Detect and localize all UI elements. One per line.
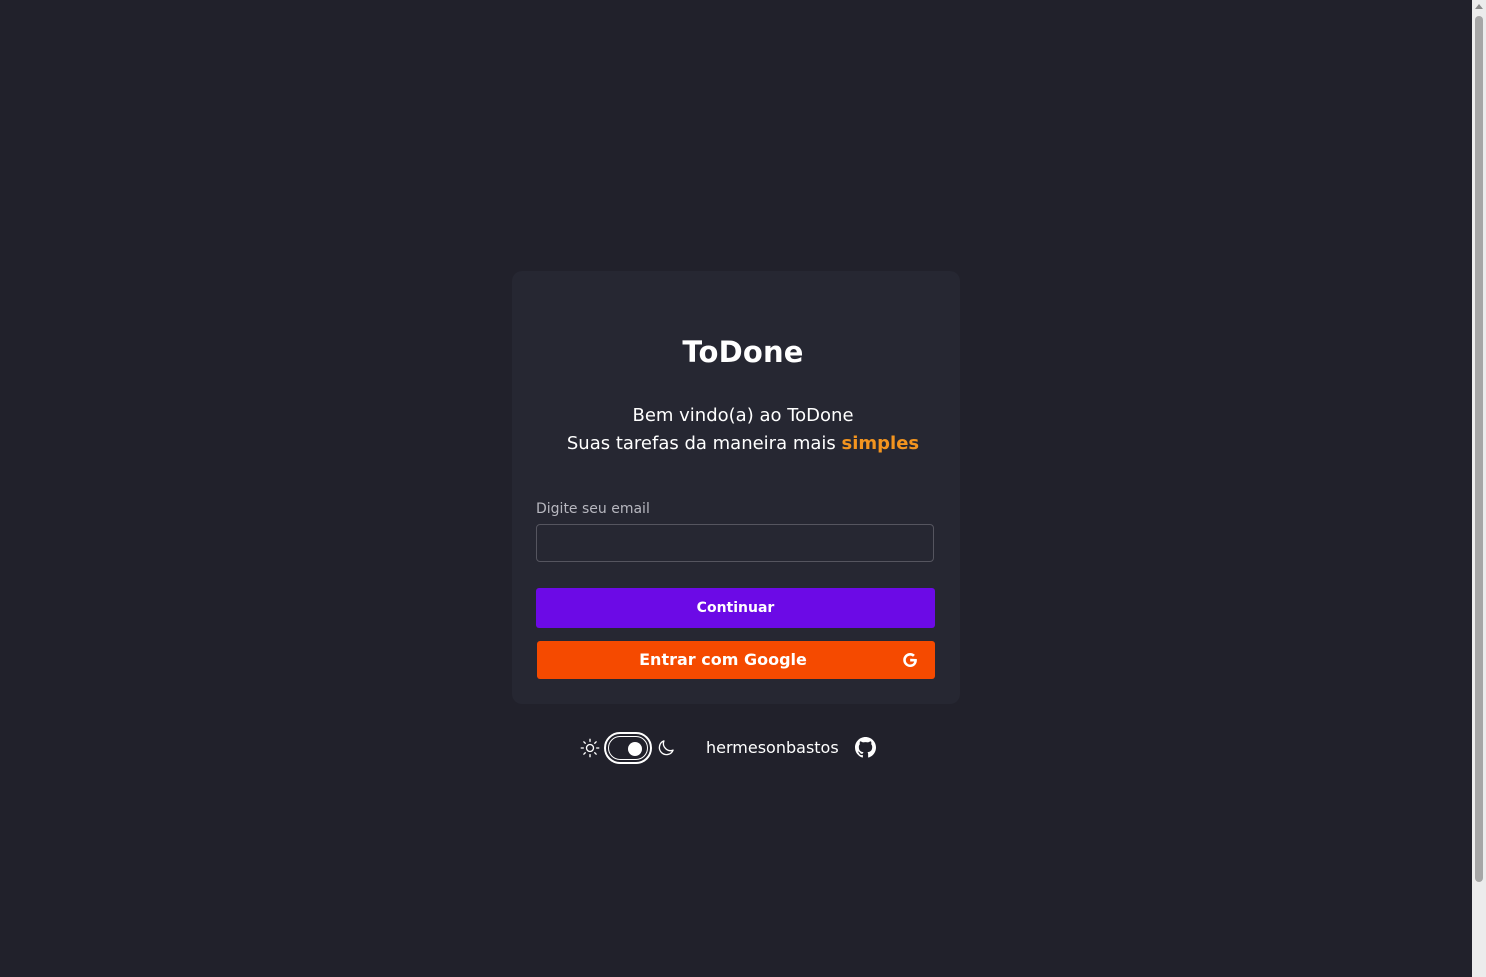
page: ToDone Bem vindo(a) ao ToDone Suas taref… <box>0 0 1486 977</box>
google-icon <box>903 653 917 667</box>
theme-toggle[interactable] <box>604 732 652 764</box>
scrollbar-thumb[interactable] <box>1475 16 1483 882</box>
google-login-button[interactable]: Entrar com Google <box>537 641 935 679</box>
email-input[interactable] <box>536 524 934 562</box>
google-login-label: Entrar com Google <box>639 650 807 669</box>
github-icon[interactable] <box>855 737 876 758</box>
app-title: ToDone <box>682 335 804 369</box>
moon-icon <box>658 740 674 756</box>
welcome-line-2-text: Suas tarefas da maneira mais <box>566 433 842 454</box>
scroll-up-arrow-icon[interactable] <box>1475 4 1483 9</box>
page-scrollbar[interactable] <box>1472 0 1486 977</box>
welcome-line-1: Bem vindo(a) ao ToDone <box>632 405 854 426</box>
author-link[interactable]: hermesonbastos <box>706 737 839 759</box>
email-label: Digite seu email <box>536 501 650 517</box>
continue-button[interactable]: Continuar <box>536 588 935 628</box>
welcome-message: Bem vindo(a) ao ToDone Suas tarefas da m… <box>0 402 1486 458</box>
sun-icon <box>580 738 600 758</box>
welcome-line-2: Suas tarefas da maneira mais simples <box>0 430 1486 458</box>
welcome-accent-word: simples <box>841 433 920 454</box>
theme-toggle-knob <box>628 742 642 756</box>
